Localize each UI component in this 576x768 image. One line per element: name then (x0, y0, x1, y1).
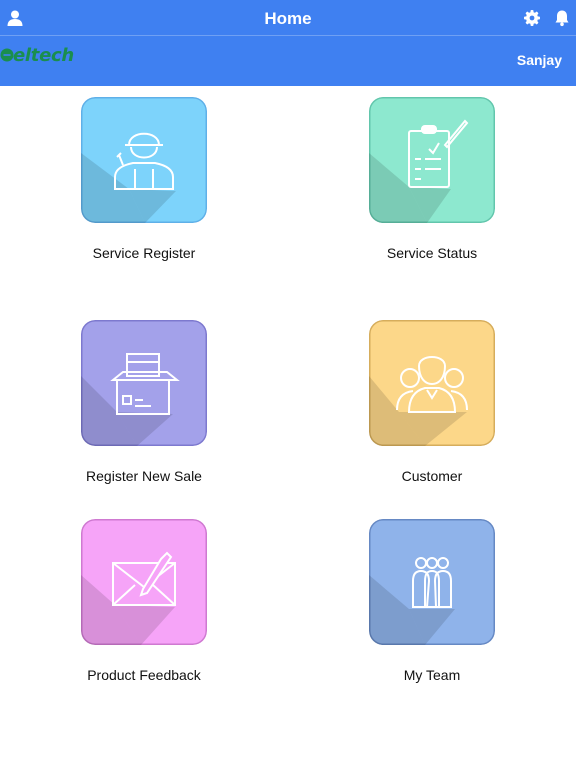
tile-label-my-team[interactable]: My Team (312, 667, 552, 683)
tile-label-service-register[interactable]: Service Register (24, 245, 264, 261)
brand-logo-text: eltech (13, 45, 74, 66)
team-icon (369, 519, 495, 645)
page-title: Home (264, 9, 312, 28)
gear-icon[interactable] (523, 9, 541, 27)
brand-logo-mark: eltech (0, 45, 74, 66)
technician-icon (81, 97, 207, 223)
brand-logo: eltech (0, 44, 86, 66)
tile-service-register[interactable] (81, 97, 207, 223)
envelope-pen-icon (81, 519, 207, 645)
bell-icon[interactable] (553, 9, 571, 27)
tile-label-service-status[interactable]: Service Status (312, 245, 552, 261)
tile-label-product-feedback[interactable]: Product Feedback (24, 667, 264, 683)
tile-register-new-sale[interactable] (81, 320, 207, 446)
tile-product-feedback[interactable] (81, 519, 207, 645)
tile-my-team[interactable] (369, 519, 495, 645)
tile-service-status[interactable] (369, 97, 495, 223)
customers-group-icon (369, 320, 495, 446)
clipboard-checklist-icon (369, 97, 495, 223)
top-bar: Home (0, 0, 576, 36)
tile-customer[interactable] (369, 320, 495, 446)
app-bar: Home eltech Sanjay (0, 0, 576, 86)
tile-label-customer[interactable]: Customer (312, 468, 552, 484)
tile-label-register-new-sale[interactable]: Register New Sale (24, 468, 264, 484)
open-box-icon (81, 320, 207, 446)
username: Sanjay (516, 52, 562, 68)
